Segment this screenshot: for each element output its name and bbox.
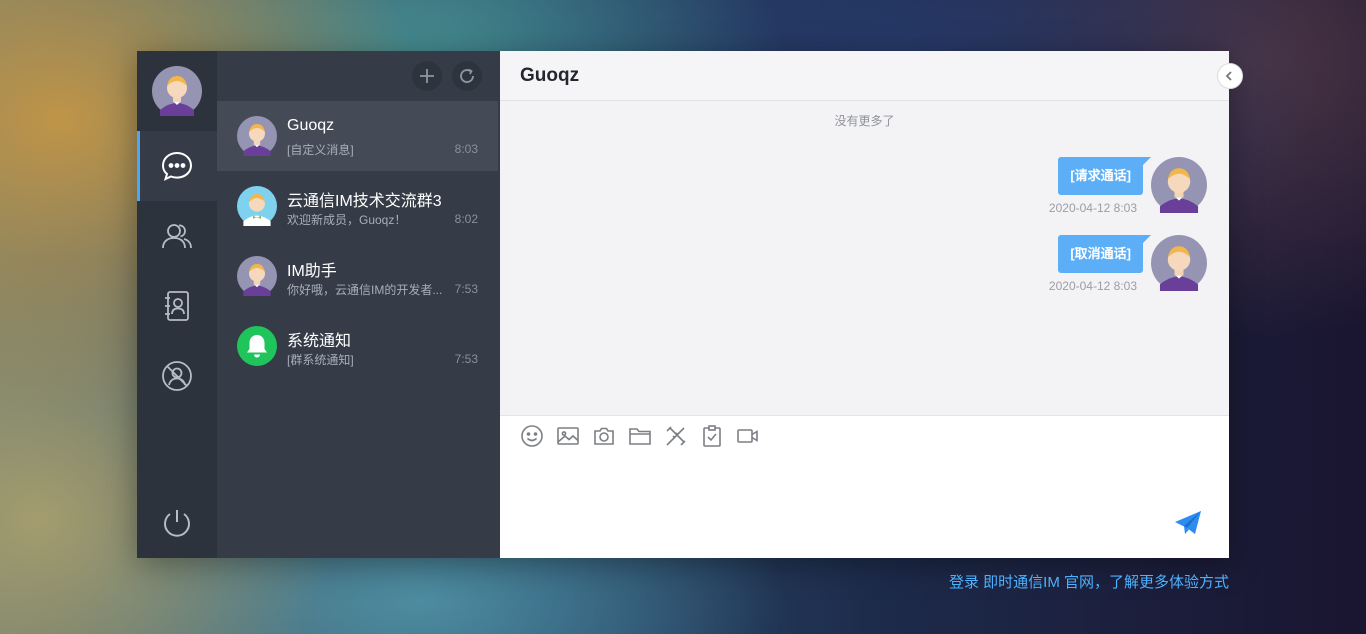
- plus-icon: [420, 69, 434, 83]
- official-site-link[interactable]: 登录 即时通信IM 官网，了解更多体验方式: [949, 571, 1229, 592]
- address-book-icon: [165, 291, 189, 321]
- refresh-button[interactable]: [452, 61, 482, 91]
- camera-button[interactable]: [592, 424, 616, 448]
- send-icon[interactable]: [1173, 508, 1203, 538]
- last-message-preview: [自定义消息]: [287, 143, 354, 157]
- conversation-name: IM助手: [287, 263, 337, 280]
- logout-button[interactable]: [137, 488, 217, 558]
- avatar[interactable]: [1151, 235, 1207, 291]
- last-message-time: 7:53: [454, 352, 478, 366]
- emoji-button[interactable]: [520, 424, 544, 448]
- list-actions: [412, 61, 482, 91]
- no-more-messages: 没有更多了: [834, 114, 895, 128]
- avatar: [237, 186, 277, 226]
- message-bubble[interactable]: [请求通话]: [1058, 157, 1151, 195]
- avatar: [237, 256, 277, 296]
- send-file-button[interactable]: [628, 424, 652, 448]
- conversation-name: 云通信IM技术交流群3: [287, 193, 442, 210]
- chat-panel: Guoqz 没有更多了 [请求通话] 2020-04-12 8:03 [取消通话…: [500, 51, 1243, 558]
- last-message-preview: 欢迎新成员，Guoqz！: [287, 213, 407, 227]
- conversation-item[interactable]: IM助手 你好哦，云通信IM的开发者... 7:53: [217, 241, 498, 311]
- composer-toolbar: [520, 424, 760, 448]
- nav-item-profile[interactable]: [137, 341, 217, 411]
- custom-message-button[interactable]: [664, 424, 688, 448]
- side-nav: [137, 51, 217, 558]
- conversation-item[interactable]: 系统通知 [群系统通知] 7:53: [217, 311, 498, 381]
- message-bubble[interactable]: [取消通话]: [1058, 235, 1151, 273]
- conversation-item[interactable]: Guoqz [自定义消息] 8:03: [217, 101, 498, 171]
- message-composer[interactable]: [500, 415, 1229, 558]
- message-item: [取消通话] 2020-04-12 8:03: [807, 235, 1207, 305]
- toggle-profile-button[interactable]: [1217, 63, 1243, 89]
- chat-bubble-icon: [161, 151, 193, 181]
- message-time: 2020-04-12 8:03: [1048, 279, 1137, 293]
- chat-header: Guoqz: [500, 51, 1243, 101]
- conversation-item[interactable]: 云通信IM技术交流群3 欢迎新成员，Guoqz！ 8:02: [217, 171, 498, 241]
- video-call-button[interactable]: [736, 424, 760, 448]
- profile-icon: [162, 361, 192, 391]
- power-icon: [164, 510, 190, 537]
- message-item: [请求通话] 2020-04-12 8:03: [807, 157, 1207, 227]
- survey-button[interactable]: [700, 424, 724, 448]
- conversation-name: 系统通知: [287, 333, 352, 350]
- avatar[interactable]: [1151, 157, 1207, 213]
- conversation-name: Guoqz: [287, 117, 335, 134]
- camera-icon: [594, 427, 614, 445]
- message-time: 2020-04-12 8:03: [1048, 201, 1137, 215]
- video-call-icon: [737, 429, 758, 443]
- im-app-window: Guoqz [自定义消息] 8:03 云通信IM技术交流群3 欢迎新成员，Guo…: [137, 51, 1243, 558]
- last-message-time: 8:02: [454, 212, 478, 226]
- emoji-icon: [521, 425, 543, 447]
- send-image-button[interactable]: [556, 424, 580, 448]
- last-message-time: 7:53: [454, 282, 478, 296]
- last-message-preview: 你好哦，云通信IM的开发者...: [287, 283, 443, 297]
- conversation-list: Guoqz [自定义消息] 8:03 云通信IM技术交流群3 欢迎新成员，Guo…: [217, 51, 500, 558]
- refresh-icon: [460, 68, 474, 83]
- my-avatar[interactable]: [152, 66, 202, 116]
- contacts-icon: [162, 224, 192, 249]
- bell-icon: [237, 326, 277, 366]
- folder-icon: [629, 428, 651, 445]
- image-icon: [557, 427, 579, 445]
- custom-tool-icon: [666, 426, 686, 446]
- last-message-preview: [群系统通知]: [287, 353, 354, 367]
- add-conversation-button[interactable]: [412, 61, 442, 91]
- nav-item-conversations[interactable]: [137, 131, 217, 201]
- nav-item-address-book[interactable]: [137, 271, 217, 341]
- avatar: [237, 116, 277, 156]
- survey-icon: [703, 425, 721, 447]
- chat-title: Guoqz: [520, 65, 580, 86]
- chevron-left-icon: [1225, 71, 1232, 81]
- nav-item-groups[interactable]: [137, 201, 217, 271]
- last-message-time: 8:03: [454, 142, 478, 156]
